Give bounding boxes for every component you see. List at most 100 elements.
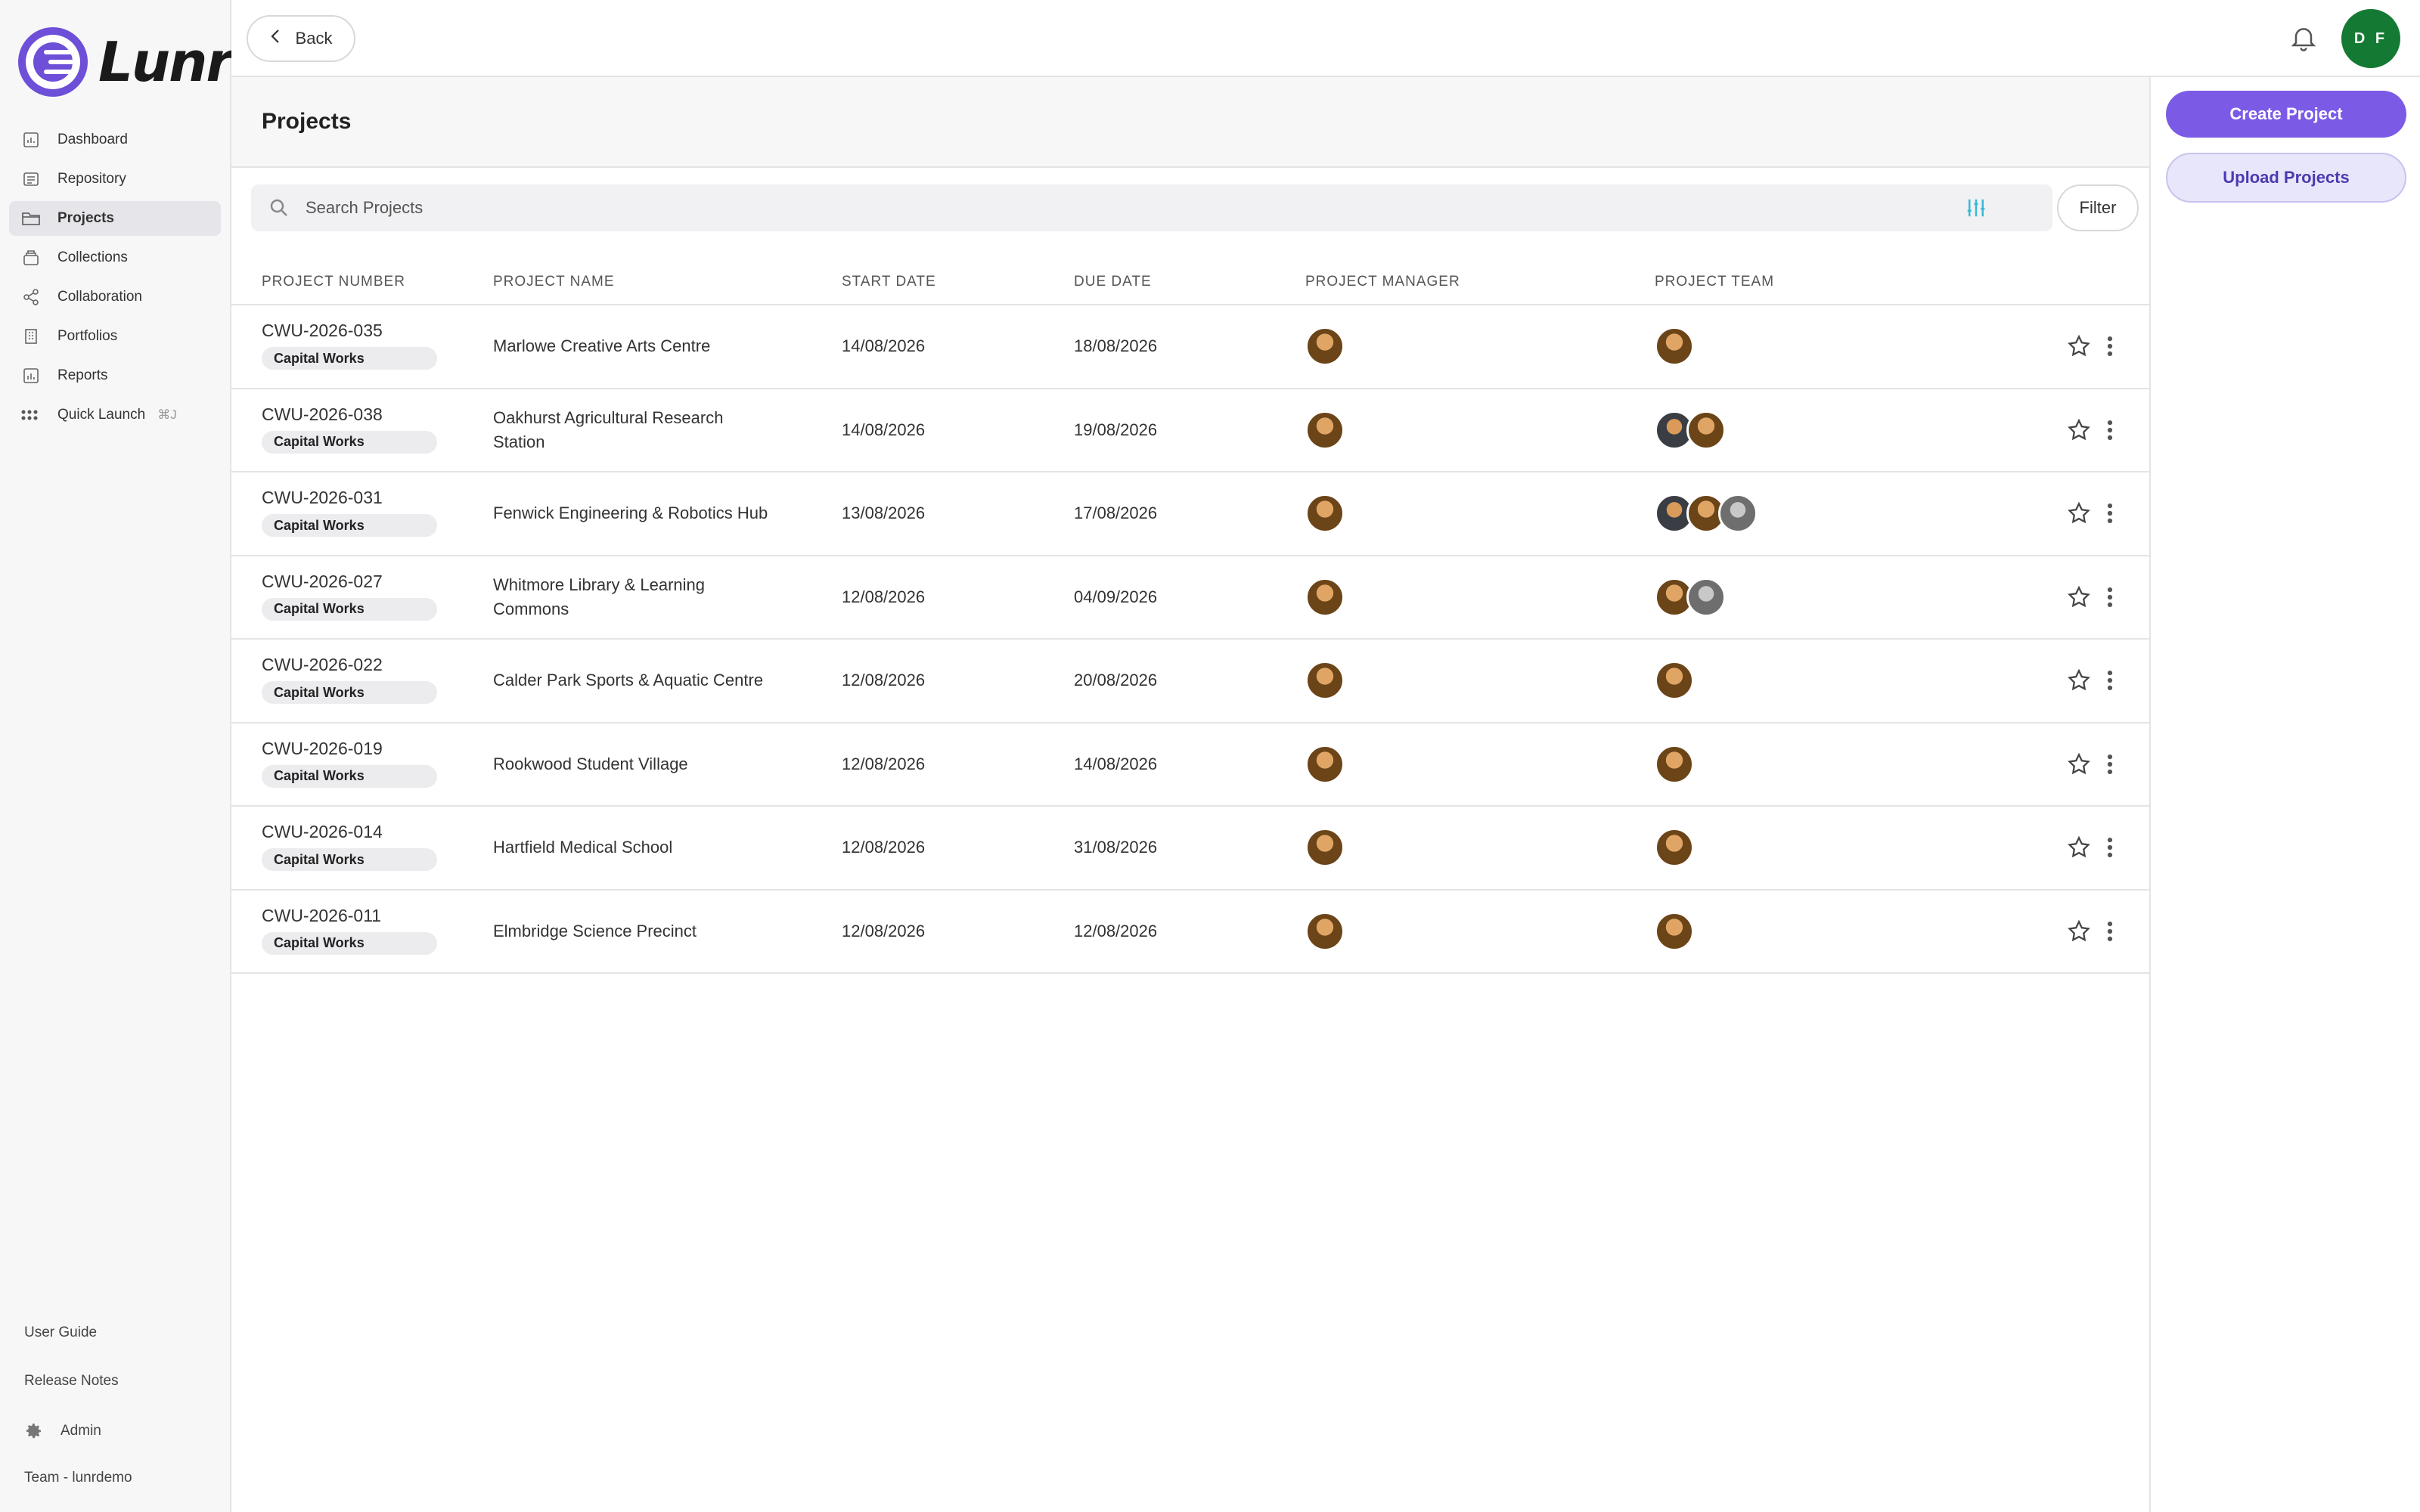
table-row[interactable]: CWU-2026-035 Capital Works Marlowe Creat…: [231, 305, 2149, 389]
back-button[interactable]: Back: [247, 15, 355, 62]
avatar[interactable]: [1305, 494, 1345, 533]
project-name[interactable]: Oakhurst Agricultural Research Station: [493, 389, 773, 471]
start-date: 12/08/2026: [842, 921, 926, 940]
star-icon[interactable]: [2066, 500, 2092, 526]
sidebar-item-label: Projects: [57, 210, 114, 226]
due-date: 20/08/2026: [1074, 671, 1158, 689]
project-number-cell: CWU-2026-035 Capital Works: [262, 321, 437, 370]
row-actions: [2066, 556, 2118, 638]
project-name[interactable]: Fenwick Engineering & Robotics Hub: [493, 472, 773, 554]
more-vertical-icon[interactable]: [2102, 835, 2118, 860]
row-actions: [2066, 807, 2118, 888]
user-avatar[interactable]: D F: [2341, 9, 2400, 68]
avatar[interactable]: [1305, 828, 1345, 867]
search-bar[interactable]: Search Projects: [251, 184, 2052, 231]
table-row[interactable]: CWU-2026-011 Capital Works Elmbridge Sci…: [231, 891, 2149, 974]
star-icon[interactable]: [2066, 919, 2092, 944]
search-input[interactable]: Search Projects: [306, 198, 423, 218]
project-team: [1655, 723, 1694, 805]
project-name[interactable]: Rookwood Student Village: [493, 723, 773, 805]
star-icon[interactable]: [2066, 584, 2092, 610]
upload-projects-button[interactable]: Upload Projects: [2166, 153, 2406, 203]
admin-label: Admin: [60, 1423, 101, 1439]
row-actions: [2066, 640, 2118, 721]
sidebar-item-dashboard[interactable]: Dashboard: [9, 122, 221, 157]
avatar[interactable]: [1305, 744, 1345, 784]
table-row[interactable]: CWU-2026-038 Capital Works Oakhurst Agri…: [231, 389, 2149, 472]
release-notes-link[interactable]: Release Notes: [24, 1373, 221, 1390]
sidebar-item-label: Collaboration: [57, 289, 142, 305]
sidebar-item-collaboration[interactable]: Collaboration: [9, 280, 221, 314]
project-tag: Capital Works: [262, 430, 437, 454]
logo[interactable]: Lunr: [18, 27, 233, 97]
project-name[interactable]: Whitmore Library & Learning Commons: [493, 556, 773, 638]
table-row[interactable]: CWU-2026-019 Capital Works Rookwood Stud…: [231, 723, 2149, 807]
table-row[interactable]: CWU-2026-022 Capital Works Calder Park S…: [231, 640, 2149, 723]
project-manager: [1305, 723, 1345, 805]
due-date: 12/08/2026: [1074, 921, 1158, 940]
star-icon[interactable]: [2066, 417, 2092, 443]
star-icon[interactable]: [2066, 751, 2092, 777]
page-title: Projects: [262, 109, 352, 134]
row-actions: [2066, 305, 2118, 387]
column-header[interactable]: START DATE: [842, 274, 936, 290]
project-name[interactable]: Calder Park Sports & Aquatic Centre: [493, 640, 773, 721]
avatar[interactable]: [1305, 410, 1345, 450]
sidebar-item-projects[interactable]: Projects: [9, 201, 221, 236]
sliders-icon[interactable]: [1965, 197, 1987, 219]
project-tag: Capital Works: [262, 347, 437, 370]
avatar[interactable]: [1305, 577, 1345, 617]
filter-button[interactable]: Filter: [2057, 184, 2139, 231]
sidebar-item-repository[interactable]: Repository: [9, 162, 221, 197]
more-vertical-icon[interactable]: [2102, 668, 2118, 693]
table-row[interactable]: CWU-2026-031 Capital Works Fenwick Engin…: [231, 472, 2149, 556]
avatar[interactable]: [1686, 577, 1726, 617]
due-date: 18/08/2026: [1074, 336, 1158, 355]
more-vertical-icon[interactable]: [2102, 500, 2118, 526]
star-icon[interactable]: [2066, 668, 2092, 693]
sidebar-nav: Dashboard Repository Projects Collection…: [9, 122, 221, 437]
folder-icon: [21, 209, 41, 228]
avatar[interactable]: [1305, 661, 1345, 700]
more-vertical-icon[interactable]: [2102, 584, 2118, 610]
column-header[interactable]: PROJECT MANAGER: [1305, 274, 1460, 290]
avatar[interactable]: [1655, 911, 1694, 951]
avatar[interactable]: [1686, 410, 1726, 450]
more-vertical-icon[interactable]: [2102, 751, 2118, 777]
avatar[interactable]: [1655, 327, 1694, 366]
more-vertical-icon[interactable]: [2102, 333, 2118, 359]
create-project-button[interactable]: Create Project: [2166, 91, 2406, 138]
avatar[interactable]: [1718, 494, 1758, 533]
column-header[interactable]: DUE DATE: [1074, 274, 1152, 290]
notification-bell-icon[interactable]: [2288, 23, 2319, 53]
project-name[interactable]: Hartfield Medical School: [493, 807, 773, 888]
user-guide-link[interactable]: User Guide: [24, 1325, 221, 1341]
more-vertical-icon[interactable]: [2102, 417, 2118, 443]
avatar[interactable]: [1655, 744, 1694, 784]
team-switcher[interactable]: Team - lunrdemo: [24, 1470, 221, 1486]
sidebar: Lunr Dashboard Repository Projects Colle…: [0, 0, 233, 1512]
sidebar-item-portfolios[interactable]: Portfolios: [9, 319, 221, 354]
avatar[interactable]: [1655, 828, 1694, 867]
project-name[interactable]: Elmbridge Science Precinct: [493, 891, 773, 972]
more-vertical-icon[interactable]: [2102, 919, 2118, 944]
sidebar-item-collections[interactable]: Collections: [9, 240, 221, 275]
star-icon[interactable]: [2066, 333, 2092, 359]
table-row[interactable]: CWU-2026-014 Capital Works Hartfield Med…: [231, 807, 2149, 891]
avatar[interactable]: [1305, 327, 1345, 366]
project-name[interactable]: Marlowe Creative Arts Centre: [493, 305, 773, 387]
sidebar-item-reports[interactable]: Reports: [9, 358, 221, 393]
star-icon[interactable]: [2066, 835, 2092, 860]
avatar[interactable]: [1305, 911, 1345, 951]
sidebar-item-quick-launch[interactable]: Quick Launch ⌘J: [9, 398, 221, 432]
column-header[interactable]: PROJECT TEAM: [1655, 274, 1774, 290]
collections-icon: [21, 248, 41, 268]
column-header[interactable]: PROJECT NAME: [493, 274, 615, 290]
table-row[interactable]: CWU-2026-027 Capital Works Whitmore Libr…: [231, 556, 2149, 640]
column-header[interactable]: PROJECT NUMBER: [262, 274, 405, 290]
repository-icon: [21, 169, 41, 189]
admin-link[interactable]: Admin: [24, 1421, 221, 1441]
start-date: 12/08/2026: [842, 754, 926, 773]
project-number: CWU-2026-035: [262, 321, 383, 340]
avatar[interactable]: [1655, 661, 1694, 700]
